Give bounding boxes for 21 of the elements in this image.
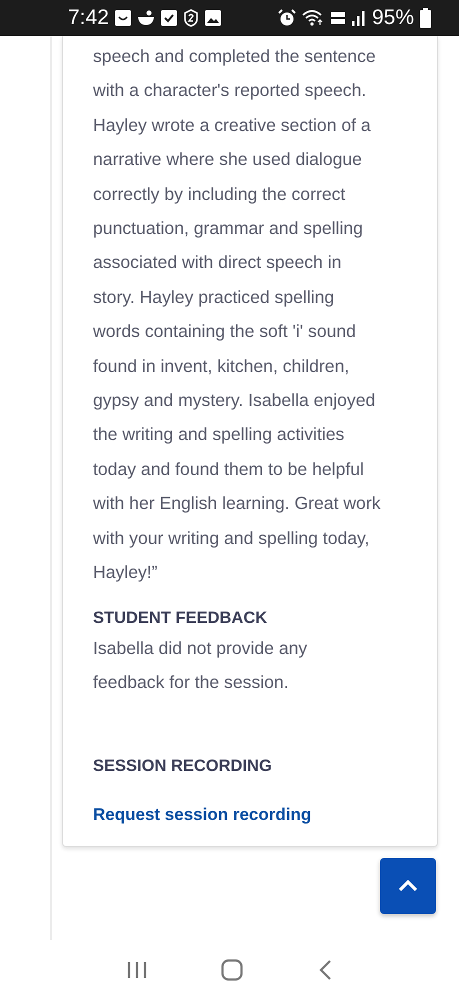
scroll-to-top-button[interactable] [380, 858, 436, 914]
image-icon [204, 10, 221, 26]
battery-icon [420, 8, 431, 28]
wifi-icon [302, 10, 324, 26]
student-feedback-heading: STUDENT FEEDBACK [93, 608, 268, 628]
alarm-icon [278, 9, 296, 27]
recent-apps-icon[interactable] [127, 961, 148, 979]
chevron-up-icon [398, 880, 418, 892]
notification-icon [114, 10, 131, 26]
home-icon[interactable] [221, 959, 244, 981]
back-icon[interactable] [318, 960, 332, 980]
bowl-icon [136, 10, 155, 26]
session-summary-text: speech and completed the sentence with a character's reported speech. Hayley wrote a creative section of a narrative where she used dialogue correctly by including the correct punctuation, grammar and spelling associated with direct speech in story. Hayley practiced spelling words containing the soft 'i' sound found in invent, kitchen, children, gypsy and mystery. Isabella enjoyed the writing and spelling activities today and found them to be helpful with her English learning. Great work with your writing and spelling today, Hayley!” [93, 45, 382, 584]
checkbox-icon [160, 10, 177, 26]
battery-percent: 95% [372, 6, 414, 30]
request-recording-link[interactable]: Request session recording [93, 804, 312, 826]
student-feedback-text: Isabella did not provide any feedback for the session. [93, 636, 308, 694]
session-recording-heading: SESSION RECORDING [93, 756, 273, 776]
status-time: 7:42 [68, 6, 109, 30]
shield-icon [182, 9, 199, 27]
signal-icon [352, 10, 366, 26]
